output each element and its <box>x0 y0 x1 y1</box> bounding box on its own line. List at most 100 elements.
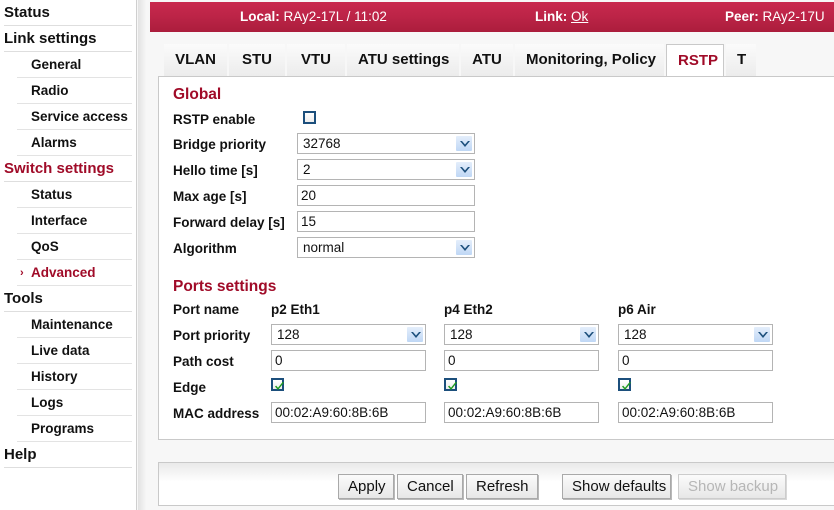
tab-atu[interactable]: ATU <box>461 44 513 76</box>
status-local-key: Local: <box>240 9 280 24</box>
sidebar-item-switch-settings[interactable]: Switch settings <box>0 156 136 182</box>
sidebar-item-label: Link settings <box>4 30 97 47</box>
hello-time-select[interactable]: 2 <box>297 159 475 180</box>
tab-vlan[interactable]: VLAN <box>164 44 227 76</box>
status-local: Local: RAy2-17L / 11:02 <box>240 2 387 32</box>
sidebar-item-service-access[interactable]: Service access <box>0 104 136 130</box>
edge-checkbox-1[interactable] <box>271 378 284 391</box>
sidebar-item-label: Alarms <box>31 135 77 150</box>
status-peer-key: Peer: <box>725 9 759 24</box>
sidebar-item-radio[interactable]: Radio <box>0 78 136 104</box>
sidebar-shadow <box>138 0 150 510</box>
bridge-priority-label: Bridge priority <box>173 137 267 152</box>
status-local-value: RAy2-17L / 11:02 <box>283 9 387 24</box>
cancel-button[interactable]: Cancel <box>397 474 463 499</box>
sidebar-item-label: Maintenance <box>31 317 113 332</box>
tab-monitoring-policy[interactable]: Monitoring, Policy <box>515 44 664 76</box>
sidebar-item-label: Advanced <box>31 265 96 280</box>
port-priority-value: 128 <box>450 327 473 342</box>
chevron-down-icon <box>455 239 473 256</box>
rstp-enable-checkbox[interactable] <box>303 111 316 124</box>
forward-delay-label: Forward delay [s] <box>173 215 285 230</box>
hello-time-value: 2 <box>303 162 311 177</box>
chevron-down-icon <box>455 135 473 152</box>
sidebar-navigation: Status Link settings General Radio Service a… <box>0 0 137 510</box>
apply-button[interactable]: Apply <box>338 474 394 499</box>
sidebar-item-link-settings[interactable]: Link settings <box>0 26 136 52</box>
sidebar-item-programs[interactable]: Programs <box>0 416 136 442</box>
sidebar-item-label: QoS <box>31 239 59 254</box>
sidebar-item-qos[interactable]: QoS <box>0 234 136 260</box>
tab-atu-settings[interactable]: ATU settings <box>347 44 459 76</box>
sidebar-item-label: Service access <box>31 109 128 124</box>
tab-vtu[interactable]: VTU <box>287 44 345 76</box>
status-link-value[interactable]: Ok <box>571 9 588 24</box>
ports-section-title: Ports settings <box>173 278 277 295</box>
sidebar-item-alarms[interactable]: Alarms <box>0 130 136 156</box>
sidebar-item-advanced[interactable]: › Advanced <box>0 260 136 286</box>
tab-stu[interactable]: STU <box>229 44 285 76</box>
tab-label: ATU <box>472 51 502 68</box>
port-name-2: p4 Eth2 <box>444 302 493 317</box>
tab-label: VLAN <box>175 51 216 68</box>
tab-label: VTU <box>301 51 331 68</box>
mac-address-input-1[interactable]: 00:02:A9:60:8B:6B <box>271 402 426 423</box>
edge-checkbox-2[interactable] <box>444 378 457 391</box>
port-name-row-label: Port name <box>173 302 240 317</box>
global-section-title: Global <box>173 86 222 103</box>
port-name-1: p2 Eth1 <box>271 302 320 317</box>
tab-t[interactable]: T <box>726 44 756 76</box>
sidebar-item-history[interactable]: History <box>0 364 136 390</box>
device-status-bar: Local: RAy2-17L / 11:02 Link: Ok Peer: R… <box>150 2 834 32</box>
port-priority-select-3[interactable]: 128 <box>618 324 773 345</box>
show-backup-button: Show backup <box>678 474 786 499</box>
sidebar-item-label: Interface <box>31 213 88 228</box>
sidebar-item-tools[interactable]: Tools <box>0 286 136 312</box>
edge-checkbox-3[interactable] <box>618 378 631 391</box>
bridge-priority-select[interactable]: 32768 <box>297 133 475 154</box>
sidebar-item-maintenance[interactable]: Maintenance <box>0 312 136 338</box>
forward-delay-input[interactable]: 15 <box>297 211 475 232</box>
port-priority-select-1[interactable]: 128 <box>271 324 426 345</box>
button-label: Show defaults <box>572 478 667 495</box>
sidebar-item-interface[interactable]: Interface <box>0 208 136 234</box>
hello-time-label: Hello time [s] <box>173 163 258 178</box>
max-age-label: Max age [s] <box>173 189 247 204</box>
sidebar-item-help[interactable]: Help <box>0 442 136 468</box>
algorithm-label: Algorithm <box>173 241 237 256</box>
path-cost-input-1[interactable]: 0 <box>271 350 426 371</box>
sidebar-item-label: Live data <box>31 343 90 358</box>
path-cost-row-label: Path cost <box>173 354 234 369</box>
button-label: Cancel <box>407 478 454 495</box>
sidebar-item-label: Help <box>4 446 37 463</box>
tab-rstp[interactable]: RSTP <box>666 44 724 76</box>
mac-address-input-2[interactable]: 00:02:A9:60:8B:6B <box>444 402 599 423</box>
tab-label: T <box>737 51 747 68</box>
port-priority-select-2[interactable]: 128 <box>444 324 599 345</box>
chevron-down-icon <box>579 326 597 343</box>
sidebar-item-general[interactable]: General <box>0 52 136 78</box>
sidebar-item-status[interactable]: Status <box>0 182 136 208</box>
sidebar-item-label: History <box>31 369 78 384</box>
path-cost-input-2[interactable]: 0 <box>444 350 599 371</box>
chevron-down-icon <box>406 326 424 343</box>
chevron-down-icon <box>455 161 473 178</box>
sidebar-item-status[interactable]: Status <box>0 0 136 26</box>
port-priority-value: 128 <box>624 327 647 342</box>
sidebar-item-live-data[interactable]: Live data <box>0 338 136 364</box>
max-age-input[interactable]: 20 <box>297 185 475 206</box>
mac-address-row-label: MAC address <box>173 406 260 421</box>
sidebar-item-label: Status <box>4 4 50 21</box>
rstp-settings-panel: Global RSTP enable Bridge priority 32768… <box>158 76 834 440</box>
sidebar-item-logs[interactable]: Logs <box>0 390 136 416</box>
application-window: Status Link settings General Radio Service a… <box>0 0 834 510</box>
bridge-priority-value: 32768 <box>303 136 341 151</box>
button-label: Show backup <box>688 478 779 495</box>
refresh-button[interactable]: Refresh <box>466 474 538 499</box>
algorithm-select[interactable]: normal <box>297 237 475 258</box>
sidebar-item-label: Programs <box>31 421 95 436</box>
show-defaults-button[interactable]: Show defaults <box>562 474 671 499</box>
sidebar-item-label: Logs <box>31 395 64 410</box>
mac-address-input-3[interactable]: 00:02:A9:60:8B:6B <box>618 402 773 423</box>
path-cost-input-3[interactable]: 0 <box>618 350 773 371</box>
